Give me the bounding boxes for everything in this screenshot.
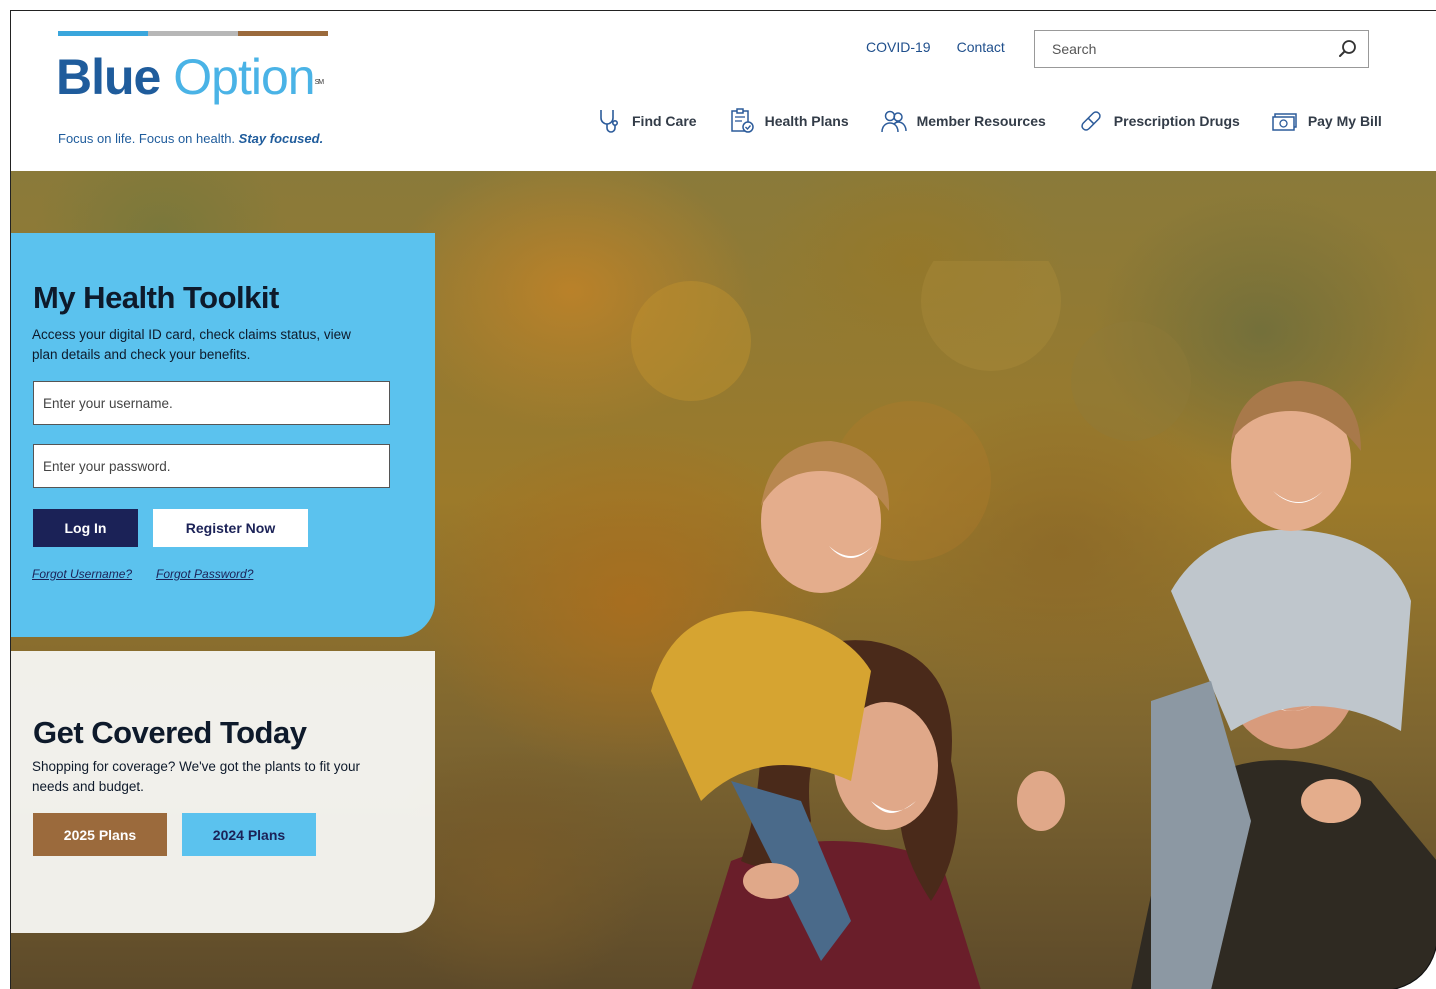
nav-find-care-label: Find Care — [632, 113, 697, 129]
money-icon — [1272, 113, 1297, 131]
search-box — [1034, 30, 1369, 68]
tagline-emphasis: Stay focused. — [238, 131, 324, 146]
page-frame: Blue OptionSM Focus on life. Focus on he… — [10, 10, 1436, 989]
register-button[interactable]: Register Now — [153, 509, 308, 547]
coverage-title: Get Covered Today — [33, 715, 307, 750]
logo-word-blue: Blue — [56, 49, 161, 105]
nav-prescription-drugs[interactable]: Prescription Drugs — [1077, 107, 1240, 135]
search-input[interactable] — [1035, 31, 1315, 67]
forgot-password-link[interactable]: Forgot Password? — [156, 567, 253, 581]
nav-member-resources-label: Member Resources — [916, 113, 1046, 129]
nav-member-resources[interactable]: Member Resources — [880, 107, 1046, 135]
health-toolkit-panel: My Health Toolkit Access your digital ID… — [11, 233, 435, 637]
site-logo[interactable]: Blue OptionSM — [56, 47, 324, 107]
logo-word-option: Option — [173, 49, 315, 105]
password-input[interactable] — [34, 445, 389, 487]
logo-bar-blue — [58, 31, 148, 36]
forgot-username-link[interactable]: Forgot Username? — [32, 567, 132, 581]
nav-find-care[interactable]: Find Care — [595, 107, 697, 135]
search-icon[interactable] — [1338, 39, 1358, 59]
logo-bar-brown — [238, 31, 328, 36]
contact-link[interactable]: Contact — [957, 39, 1005, 55]
logo-service-mark: SM — [314, 79, 324, 86]
login-button[interactable]: Log In — [33, 509, 138, 547]
people-icon — [880, 110, 907, 133]
utility-nav: COVID-19 Contact — [866, 39, 1005, 55]
clipboard-icon — [730, 108, 754, 133]
username-input[interactable] — [34, 382, 389, 424]
nav-pay-my-bill[interactable]: Pay My Bill — [1271, 107, 1382, 135]
tagline-text: Focus on life. Focus on health. — [58, 131, 236, 146]
hero-banner: My Health Toolkit Access your digital ID… — [11, 171, 1436, 989]
coverage-description: Shopping for coverage? We've got the pla… — [32, 759, 361, 794]
main-nav: Find Care Health Plans Member Resources … — [595, 107, 1382, 135]
family-photo — [631, 261, 1436, 989]
toolkit-description: Access your digital ID card, check claim… — [32, 327, 351, 362]
logo-color-bars — [58, 31, 328, 36]
site-header: Blue OptionSM Focus on life. Focus on he… — [11, 11, 1436, 171]
username-field-wrapper — [33, 381, 390, 425]
toolkit-title: My Health Toolkit — [33, 280, 279, 315]
nav-health-plans[interactable]: Health Plans — [728, 107, 849, 135]
plans-2025-button[interactable]: 2025 Plans — [33, 813, 167, 856]
nav-health-plans-label: Health Plans — [764, 113, 849, 129]
logo-bar-gray — [148, 31, 238, 36]
plans-2024-button[interactable]: 2024 Plans — [182, 813, 316, 856]
stethoscope-icon — [600, 110, 618, 133]
password-field-wrapper — [33, 444, 390, 488]
get-covered-panel: Get Covered Today Shopping for coverage?… — [11, 651, 435, 933]
covid-link[interactable]: COVID-19 — [866, 39, 931, 55]
nav-prescription-drugs-label: Prescription Drugs — [1113, 113, 1240, 129]
hero-corner-curve — [1392, 945, 1436, 989]
tagline: Focus on life. Focus on health. Stay foc… — [58, 131, 323, 146]
nav-pay-my-bill-label: Pay My Bill — [1307, 113, 1382, 129]
pill-icon — [1081, 111, 1101, 131]
